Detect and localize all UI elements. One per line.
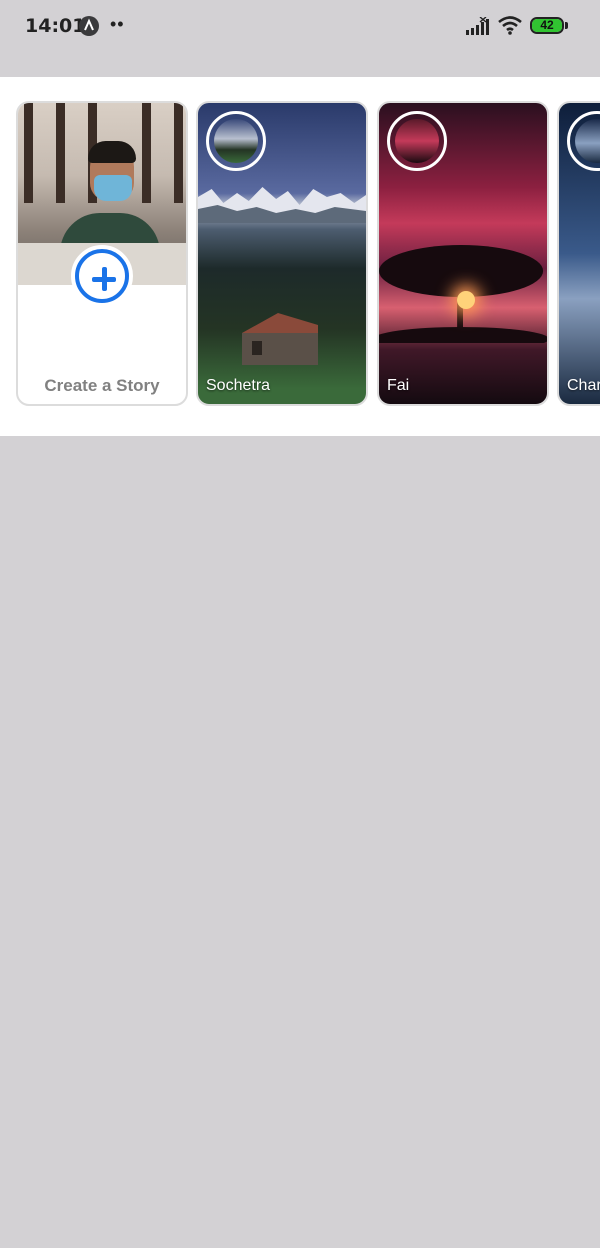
story-avatar (387, 111, 447, 171)
background-pillar (56, 103, 65, 203)
background-pillar (174, 103, 183, 203)
notification-dots: •• (110, 14, 125, 34)
background-pillar (142, 103, 151, 203)
create-story-label: Create a Story (44, 376, 160, 395)
story-author-name: Sochetra (206, 377, 271, 394)
person-mask (94, 175, 132, 201)
create-story-card[interactable]: Create a Story (16, 101, 188, 406)
status-time: 14:01 (25, 15, 86, 37)
story-card[interactable]: Char (557, 101, 600, 406)
battery-icon: 42 (530, 17, 564, 34)
story-avatar (567, 111, 600, 171)
battery-level: 42 (540, 18, 554, 32)
add-story-button[interactable] (71, 245, 133, 307)
battery-tip (565, 22, 568, 29)
status-bar: 14:01 •• 42 (0, 0, 600, 52)
story-avatar (206, 111, 266, 171)
story-card[interactable]: Sochetra (196, 101, 368, 406)
story-author-name: Fai (387, 377, 410, 394)
sun-glow (457, 291, 475, 309)
plus-circle-icon (75, 249, 129, 303)
mountains-image (198, 187, 366, 223)
story-author-name: Char (567, 377, 600, 394)
signal-icon (466, 16, 490, 40)
stories-panel: Create a Story Sochetra Fai Char (0, 77, 600, 436)
app-notification-icon (79, 16, 99, 36)
person-hair (88, 141, 136, 163)
story-card[interactable]: Fai (377, 101, 549, 406)
barn-image (242, 313, 318, 365)
background-pillar (24, 103, 33, 203)
wifi-icon (497, 15, 523, 40)
